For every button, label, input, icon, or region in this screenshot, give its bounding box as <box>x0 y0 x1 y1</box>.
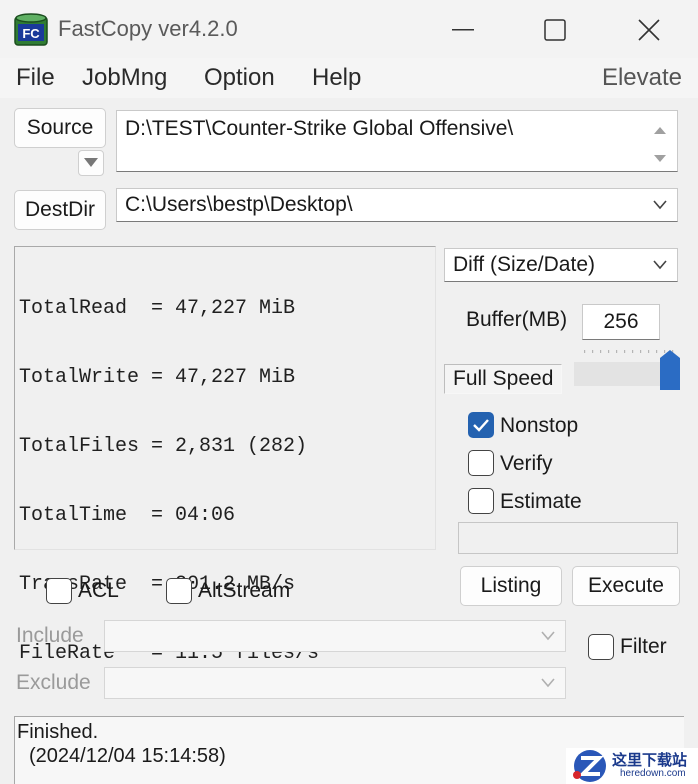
menu-option[interactable]: Option <box>204 64 275 92</box>
chevron-down-icon <box>541 678 555 688</box>
destdir-button[interactable]: DestDir <box>14 190 106 230</box>
dest-path-text: C:\Users\bestp\Desktop\ <box>125 193 353 216</box>
close-icon <box>638 19 660 41</box>
copy-mode-select[interactable]: Diff (Size/Date) <box>444 248 678 282</box>
watermark-url-text: heredown.com <box>620 768 686 779</box>
minimize-icon <box>452 29 474 31</box>
filter-label[interactable]: Filter <box>620 635 667 659</box>
watermark-logo: 这里下载站 heredown.com <box>566 748 698 784</box>
maximize-icon <box>544 19 566 41</box>
progress-area <box>458 522 678 554</box>
nonstop-checkbox-box[interactable] <box>468 412 494 438</box>
verify-checkbox[interactable] <box>468 450 494 476</box>
buffer-label: Buffer(MB) <box>466 308 568 331</box>
status-message: Finished. <box>17 721 99 743</box>
filter-checkbox-box[interactable] <box>588 634 614 660</box>
acl-checkbox[interactable] <box>46 578 72 604</box>
window-title: FastCopy ver4.2.0 <box>58 16 238 41</box>
status-timestamp: (2024/12/04 15:14:58) <box>29 745 226 767</box>
fastcopy-app-icon: FC <box>14 12 48 46</box>
chevron-down-icon <box>653 260 667 270</box>
source-scrollbar[interactable] <box>647 115 673 169</box>
estimate-label[interactable]: Estimate <box>500 490 582 514</box>
minimize-button[interactable] <box>438 10 488 50</box>
stat-total-read: TotalRead = 47,227 MiB <box>19 297 296 320</box>
listing-button[interactable]: Listing <box>460 566 562 606</box>
checkmark-icon <box>473 419 489 432</box>
source-button[interactable]: Source <box>14 108 106 148</box>
altstream-checkbox-box[interactable] <box>166 578 192 604</box>
buffer-input[interactable]: 256 <box>582 304 660 340</box>
buffer-value: 256 <box>603 310 639 333</box>
menu-file[interactable]: File <box>16 64 55 92</box>
exclude-field[interactable] <box>104 667 566 699</box>
stat-total-time: TotalTime = 04:06 <box>19 504 236 527</box>
stat-total-files: TotalFiles = 2,831 (282) <box>19 435 308 458</box>
execute-button[interactable]: Execute <box>572 566 680 606</box>
speed-label: Full Speed <box>444 364 562 394</box>
chevron-down-icon <box>653 200 667 210</box>
menu-jobmng[interactable]: JobMng <box>82 64 167 92</box>
speed-slider[interactable] <box>574 344 684 392</box>
filter-checkbox[interactable] <box>588 634 614 660</box>
menu-elevate[interactable]: Elevate <box>602 64 682 92</box>
source-path-field[interactable]: D:\TEST\Counter-Strike Global Offensive\ <box>116 110 678 172</box>
source-path-text: D:\TEST\Counter-Strike Global Offensive\ <box>125 117 514 140</box>
slider-track <box>574 350 680 390</box>
stats-output-panel: TotalRead = 47,227 MiB TotalWrite = 47,2… <box>14 246 436 665</box>
copy-mode-value: Diff (Size/Date) <box>453 253 595 276</box>
maximize-button[interactable] <box>530 10 580 50</box>
speed-slider-thumb[interactable] <box>660 350 680 390</box>
dest-path-combobox[interactable]: C:\Users\bestp\Desktop\ <box>116 188 678 222</box>
altstream-checkbox[interactable] <box>166 578 192 604</box>
acl-label[interactable]: ACL <box>78 579 119 603</box>
chevron-down-icon <box>541 631 555 641</box>
estimate-checkbox-box[interactable] <box>468 488 494 514</box>
altstream-label[interactable]: AltStream <box>198 579 290 603</box>
nonstop-label[interactable]: Nonstop <box>500 414 578 438</box>
acl-checkbox-box[interactable] <box>46 578 72 604</box>
app-icon-text: FC <box>22 26 40 41</box>
stat-total-write: TotalWrite = 47,227 MiB <box>19 366 296 389</box>
scroll-arrows-icon <box>654 127 666 162</box>
triangle-down-icon <box>84 158 98 167</box>
include-label: Include <box>16 624 84 647</box>
watermark-cn-text: 这里下载站 <box>612 752 688 769</box>
verify-label[interactable]: Verify <box>500 452 553 476</box>
menu-help[interactable]: Help <box>312 64 361 92</box>
close-button[interactable] <box>624 10 674 50</box>
estimate-checkbox[interactable] <box>468 488 494 514</box>
verify-checkbox-box[interactable] <box>468 450 494 476</box>
nonstop-checkbox[interactable] <box>468 412 494 438</box>
exclude-label: Exclude <box>16 671 91 694</box>
include-field[interactable] <box>104 620 566 652</box>
source-history-dropdown[interactable] <box>78 150 104 176</box>
